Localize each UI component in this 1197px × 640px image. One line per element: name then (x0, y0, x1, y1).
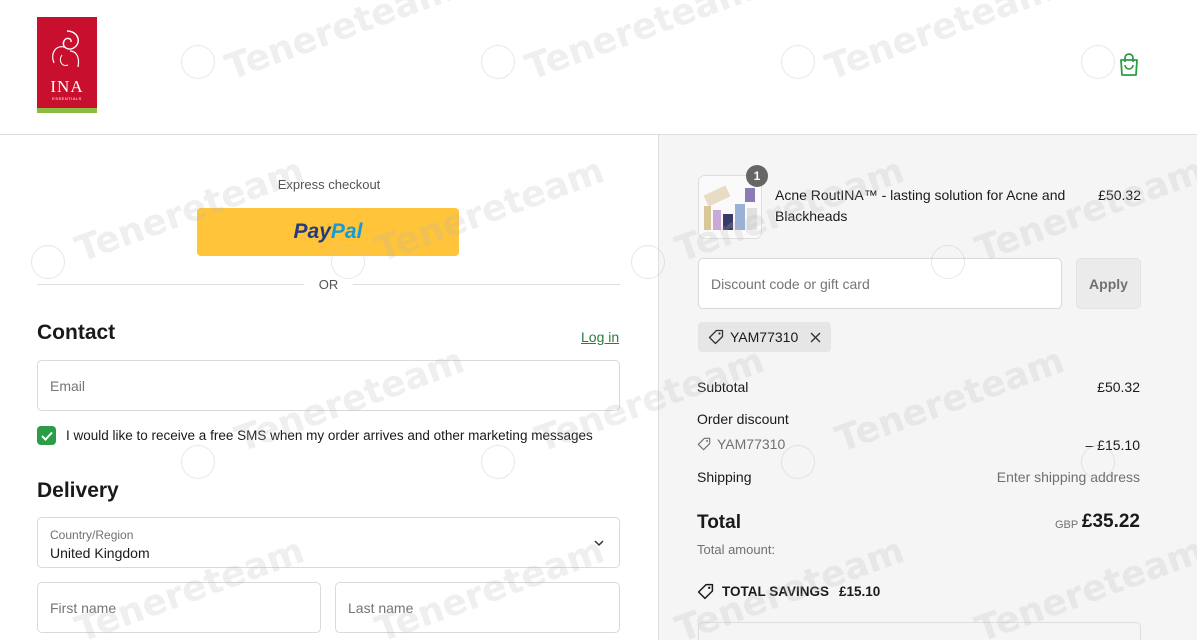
or-divider: OR (37, 275, 620, 295)
total-currency: GBP (1055, 519, 1079, 531)
close-icon (810, 332, 821, 342)
logo-subtext: ESSENTIALS (52, 96, 82, 101)
shipping-value: Enter shipping address (996, 469, 1140, 485)
applied-discount-code: YAM77310 (730, 329, 799, 345)
login-link[interactable]: Log in (581, 329, 619, 345)
quantity-badge: 1 (746, 165, 768, 187)
sms-checkbox-label: I would like to receive a free SMS when … (66, 428, 593, 443)
country-select[interactable]: Country/Region United Kingdom (37, 517, 620, 568)
subtotal-value: £50.32 (1097, 379, 1140, 395)
discount-code-row: YAM77310 (697, 436, 785, 452)
total-savings-label: TOTAL SAVINGS (722, 584, 830, 599)
email-input[interactable] (50, 361, 610, 410)
country-label: Country/Region (50, 528, 134, 542)
header: INA ESSENTIALS (0, 0, 1197, 135)
discount-field[interactable] (698, 258, 1062, 309)
checkout-form: Express checkout Pay Pal OR Contact Log i… (0, 135, 658, 640)
logo-wordmark: INA (50, 77, 84, 96)
applied-discount-chip: YAM77310 (698, 322, 832, 352)
order-discount-label: Order discount (697, 411, 789, 427)
total-amount-label: Total amount: (697, 542, 776, 557)
logo-stripe (37, 108, 97, 113)
tag-icon (697, 583, 714, 600)
last-name-field[interactable] (335, 582, 620, 633)
or-text: OR (318, 277, 339, 292)
paypal-pal-text: Pal (330, 220, 363, 243)
first-name-input[interactable] (50, 583, 310, 632)
paypal-pay-text: Pay (293, 220, 331, 243)
sms-checkbox[interactable] (37, 426, 56, 445)
paypal-button[interactable]: Pay Pal (197, 208, 459, 256)
order-summary: 1 Acne RoutINA™ - lasting solution for A… (658, 135, 1197, 640)
tag-icon (708, 329, 724, 345)
swirl-logo-icon (52, 30, 80, 68)
checkmark-icon (40, 431, 53, 441)
product-name: Acne RoutINA™ - lasting solution for Acn… (775, 187, 1066, 224)
last-name-input[interactable] (348, 583, 608, 632)
tag-icon (697, 437, 711, 451)
remove-discount-button[interactable] (810, 332, 821, 343)
country-value: United Kingdom (50, 545, 150, 561)
express-checkout-label: Express checkout (277, 177, 381, 192)
delivery-title: Delivery (37, 479, 119, 502)
total-savings: TOTAL SAVINGS £15.10 (697, 583, 880, 600)
email-field[interactable] (37, 360, 620, 411)
product-price: £50.32 (1098, 187, 1141, 203)
subtotal-label: Subtotal (697, 379, 749, 395)
total-value: £35.22 (1081, 511, 1140, 532)
total-savings-value: £15.10 (839, 584, 881, 599)
discount-code-text: YAM77310 (717, 436, 786, 452)
discount-input[interactable] (711, 259, 1051, 308)
contact-title: Contact (37, 321, 116, 344)
brand-logo[interactable]: INA ESSENTIALS (37, 17, 97, 113)
first-name-field[interactable] (37, 582, 321, 633)
discount-value: – £15.10 (1085, 437, 1141, 453)
shopping-bag-icon[interactable] (1118, 53, 1140, 77)
chevron-down-icon (594, 540, 604, 547)
shipping-label: Shipping (697, 469, 752, 485)
total-label: Total (697, 512, 741, 533)
apply-button[interactable]: Apply (1076, 258, 1141, 309)
summary-bottom-box (698, 622, 1141, 640)
